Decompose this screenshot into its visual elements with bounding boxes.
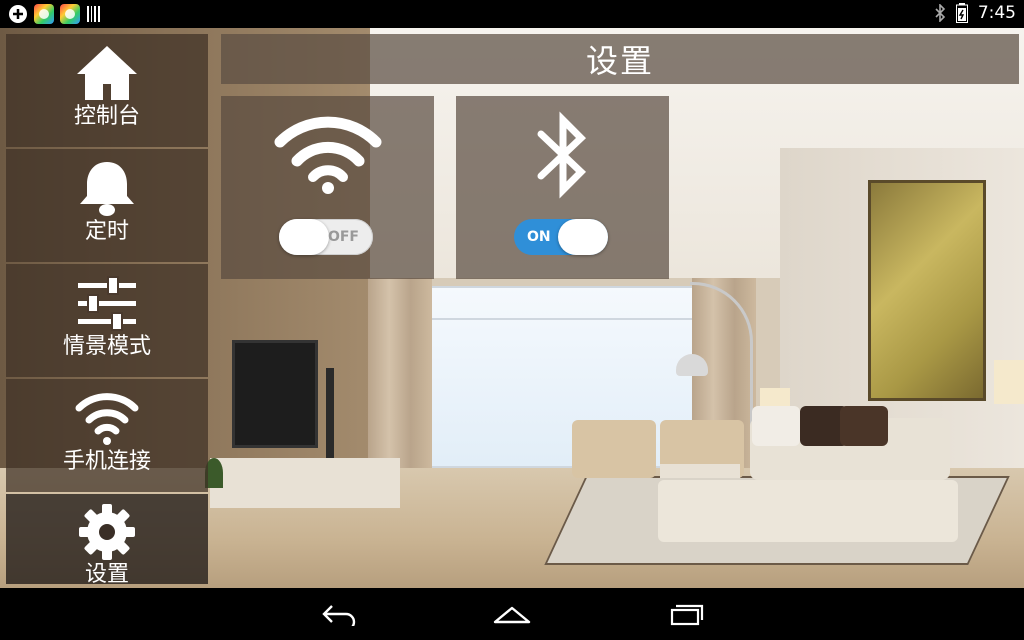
pillow [752,406,800,446]
status-bar: 7:45 [0,0,1024,28]
battery-icon [955,3,968,23]
app-icon [60,4,80,24]
sidebar-item-settings[interactable]: 设置 [6,494,208,584]
television [232,340,318,448]
armchair [572,420,656,478]
bluetooth-tile: ON [456,96,669,279]
sidebar-item-label: 手机连接 [62,449,151,474]
bluetooth-toggle-label: ON [527,229,551,245]
sidebar-item-label: 情景模式 [62,334,151,359]
bluetooth-toggle[interactable]: ON [514,219,608,255]
ottoman [658,480,958,542]
back-icon [322,605,356,626]
gear-icon [72,502,142,562]
recent-apps-icon [670,604,704,626]
pillow [840,406,888,446]
wifi-icon [72,387,142,449]
sidebar-item-console[interactable]: 控制台 [6,34,208,147]
bluetooth-icon [935,4,945,22]
speaker [326,368,334,458]
coffee-table [660,464,740,478]
clock: 7:45 [977,3,1016,23]
back-button[interactable] [310,596,370,632]
table-lamp [994,360,1024,404]
sidebar-item-timer[interactable]: 定时 [6,149,208,262]
page-title: 设置 [585,42,654,80]
home-outline-icon [493,606,531,624]
page-header: 设置 [221,34,1019,84]
status-left-icons [8,4,102,24]
navigation-bar [0,588,1024,640]
tv-stand [210,458,400,508]
wifi-tile: OFF [221,96,434,279]
sidebar: 控制台 定时 情景模式 手机连接 设置 [6,34,208,584]
recent-apps-button[interactable] [656,596,716,632]
home-icon [72,42,142,104]
bluetooth-icon [456,110,669,200]
status-right-icons: 7:45 [934,3,1016,23]
wifi-toggle-label: OFF [327,229,359,245]
curtain-left [368,278,432,478]
sidebar-item-label: 控制台 [73,104,140,129]
app-icon [34,4,54,24]
sidebar-item-label: 设置 [84,562,129,584]
sidebar-item-label: 定时 [84,219,129,244]
sliders-icon [72,272,142,334]
sync-icon [9,5,27,23]
toggle-knob [558,219,608,255]
home-button[interactable] [482,596,542,632]
sidebar-item-phone-connect[interactable]: 手机连接 [6,379,208,492]
sidebar-item-scene-mode[interactable]: 情景模式 [6,264,208,377]
painting [868,180,986,401]
barcode-icon [87,6,100,22]
wifi-icon [221,110,434,194]
bell-icon [72,157,142,219]
toggle-knob [279,219,329,255]
wifi-toggle[interactable]: OFF [279,219,373,255]
